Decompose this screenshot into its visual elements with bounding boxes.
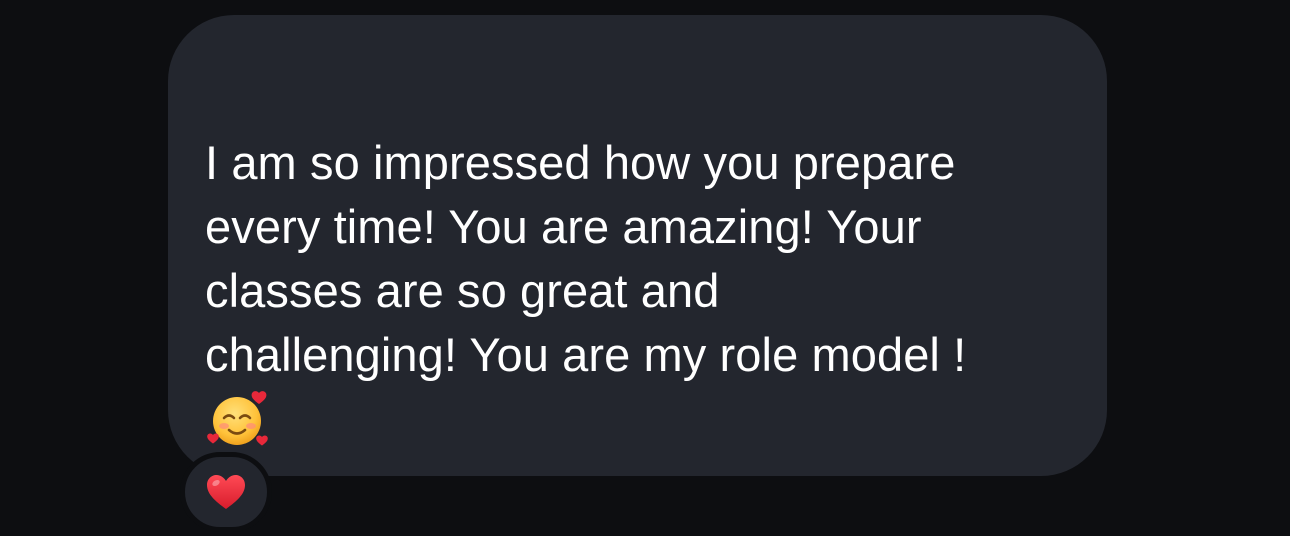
message-line: classes are so great and [205,264,720,317]
message-bubble[interactable]: I am so impressed how you prepare every … [168,15,1107,476]
conversation-screen: I am so impressed how you prepare every … [0,0,1290,536]
red-heart-icon [207,475,245,509]
smiling-face-with-hearts-icon [205,387,1077,451]
reaction-badge[interactable] [180,452,272,532]
message-line: every time! You are amazing! Your [205,200,922,253]
message-text: I am so impressed how you prepare every … [205,131,1077,387]
message-line: challenging! You are my role model ! [205,328,967,381]
message-line: I am so impressed how you prepare [205,136,956,189]
